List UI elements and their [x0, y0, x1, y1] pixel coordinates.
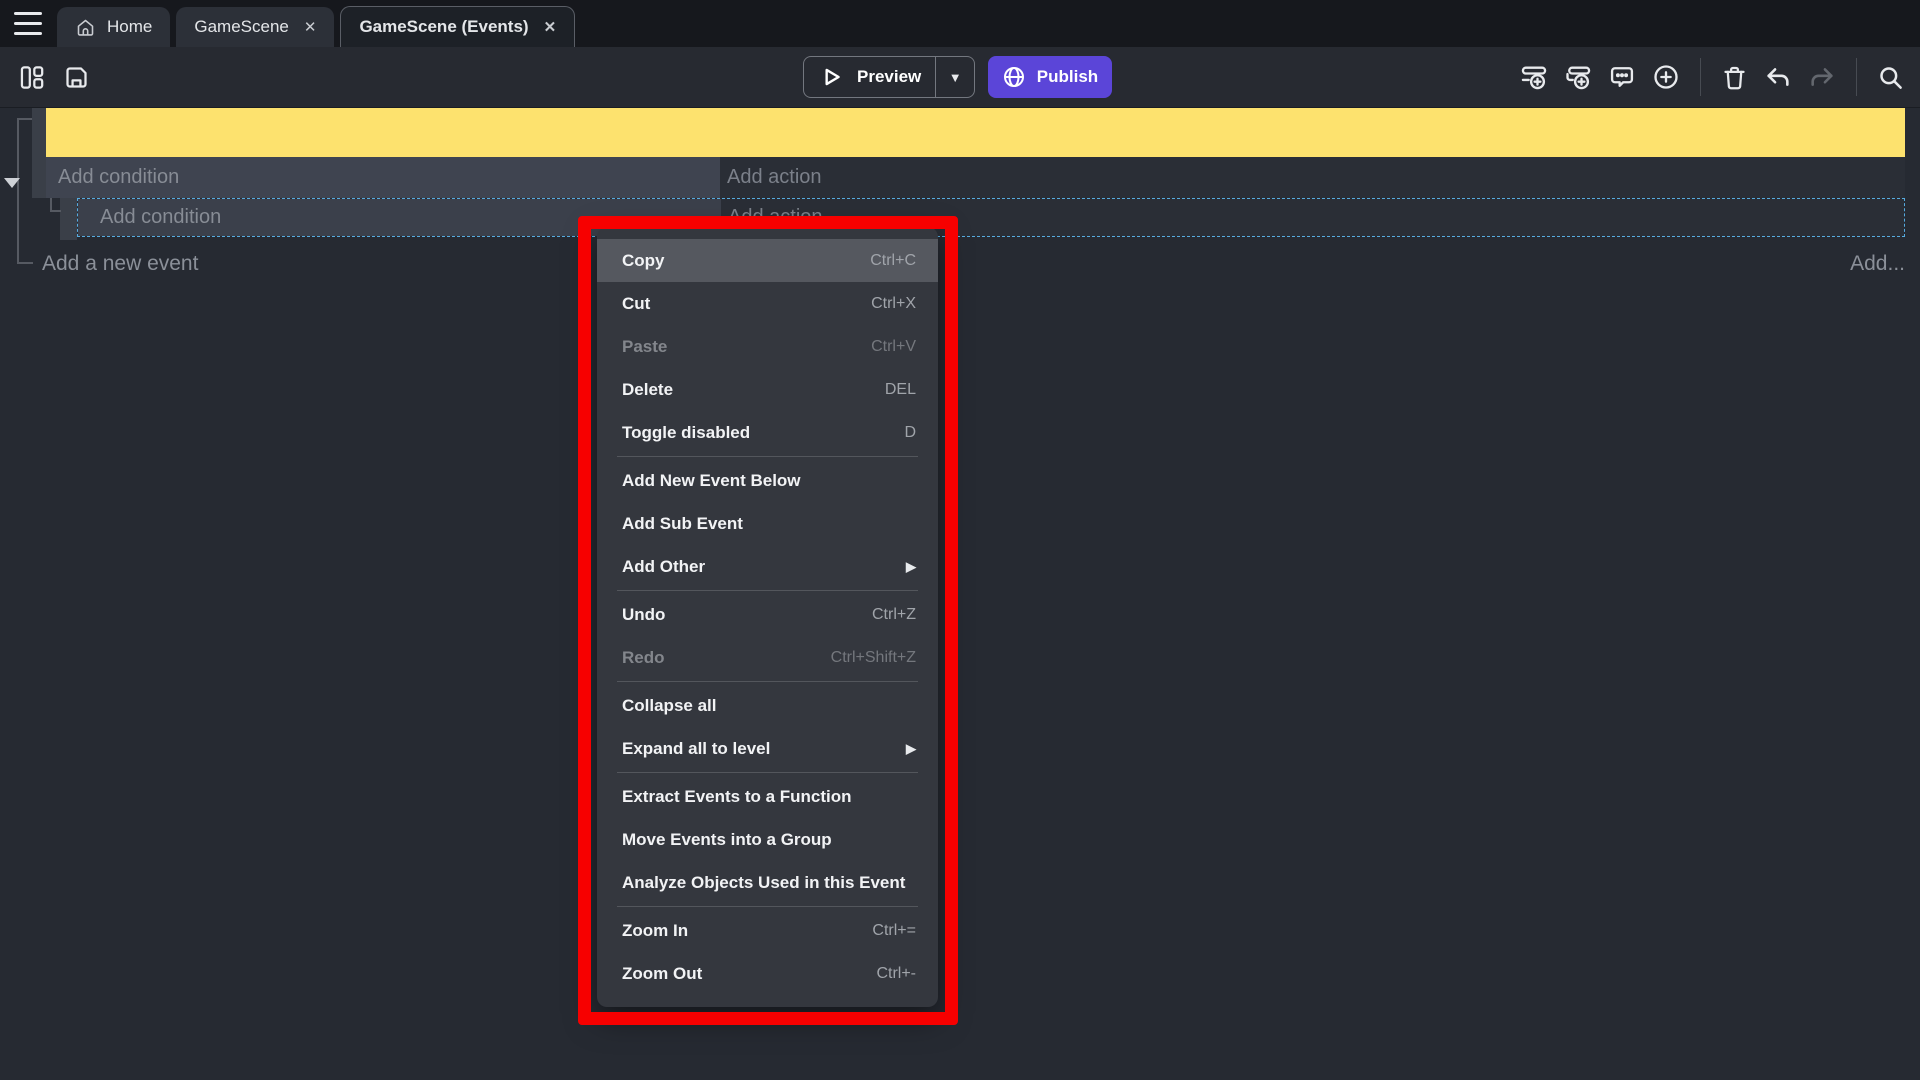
menu-item-label: Zoom In — [622, 921, 688, 941]
menu-divider — [617, 772, 918, 773]
menu-item-shortcut: DEL — [885, 381, 916, 399]
menu-item-shortcut: Ctrl+- — [876, 965, 916, 983]
context-menu-item[interactable]: Toggle disabled D — [597, 411, 938, 454]
add-sub-event-icon[interactable] — [1564, 63, 1592, 91]
menu-item-shortcut: Ctrl+Shift+Z — [831, 649, 916, 667]
play-icon — [818, 64, 844, 90]
comment-event[interactable] — [46, 107, 1905, 157]
collapse-arrow-icon[interactable] — [4, 178, 20, 188]
preview-main[interactable]: Preview — [804, 57, 935, 97]
events-toolbar: Preview ▼ Publish — [0, 47, 1920, 108]
menu-item-label: Toggle disabled — [622, 423, 750, 443]
context-menu-item[interactable]: Zoom Out Ctrl+- — [597, 952, 938, 995]
menu-item-label: Expand all to level — [622, 739, 770, 759]
tab-bar: Home GameScene ✕ GameScene (Events) ✕ — [0, 0, 1920, 47]
menu-item-label: Collapse all — [622, 696, 716, 716]
context-menu: Copy Ctrl+C Cut Ctrl+X Paste Ctrl+V Dele… — [597, 227, 938, 1007]
add-new-event-button[interactable]: Add a new event — [42, 252, 198, 276]
tree-line — [17, 262, 33, 264]
context-menu-item[interactable]: Add New Event Below — [597, 459, 938, 502]
menu-item-label: Add Sub Event — [622, 514, 743, 534]
context-menu-item[interactable]: Add Sub Event — [597, 502, 938, 545]
menu-item-label: Move Events into a Group — [622, 830, 832, 850]
menu-divider — [617, 590, 918, 591]
close-icon[interactable]: ✕ — [544, 18, 557, 36]
divider — [1700, 58, 1701, 96]
tab-strip: Home GameScene ✕ GameScene (Events) ✕ — [57, 6, 575, 47]
menu-item-label: Redo — [622, 648, 665, 668]
context-menu-item[interactable]: Undo Ctrl+Z — [597, 593, 938, 636]
menu-item-label: Cut — [622, 294, 650, 314]
context-menu-item[interactable]: Analyze Objects Used in this Event — [597, 861, 938, 904]
preview-label: Preview — [857, 67, 921, 87]
menu-item-label: Paste — [622, 337, 667, 357]
menu-item-label: Add New Event Below — [622, 471, 801, 491]
context-menu-item[interactable]: Collapse all — [597, 684, 938, 727]
menu-icon[interactable] — [14, 12, 42, 35]
context-menu-item[interactable]: Delete DEL — [597, 368, 938, 411]
submenu-arrow-icon: ▶ — [906, 741, 916, 757]
add-comment-icon[interactable] — [1608, 63, 1636, 91]
add-action-button[interactable]: Add action — [720, 157, 1905, 198]
globe-icon — [1002, 65, 1026, 89]
publish-button[interactable]: Publish — [988, 56, 1112, 98]
toolbar-right-icons — [1520, 47, 1904, 107]
add-circle-icon[interactable] — [1652, 63, 1680, 91]
menu-item-shortcut: Ctrl+V — [871, 338, 916, 356]
chevron-down-icon[interactable]: ▼ — [936, 57, 974, 97]
context-menu-item[interactable]: Copy Ctrl+C — [597, 239, 938, 282]
context-menu-item[interactable]: Add Other ▶ — [597, 545, 938, 588]
context-menu-item[interactable]: Move Events into a Group — [597, 818, 938, 861]
context-menu-item[interactable]: Expand all to level ▶ — [597, 727, 938, 770]
event-gutter[interactable] — [32, 107, 46, 198]
preview-button[interactable]: Preview ▼ — [803, 56, 975, 98]
close-icon[interactable]: ✕ — [304, 18, 317, 36]
menu-item-label: Copy — [622, 251, 665, 271]
menu-divider — [617, 681, 918, 682]
context-menu-item[interactable]: Zoom In Ctrl+= — [597, 909, 938, 952]
context-menu-item: Redo Ctrl+Shift+Z — [597, 636, 938, 679]
tree-line — [17, 118, 32, 120]
selected-sub-event[interactable]: Add condition Add action — [77, 198, 1905, 237]
menu-item-shortcut: D — [904, 424, 916, 442]
menu-item-shortcut: Ctrl+C — [870, 252, 916, 270]
tab-label: GameScene (Events) — [359, 17, 528, 37]
context-menu-item[interactable]: Extract Events to a Function — [597, 775, 938, 818]
tab-home[interactable]: Home — [57, 7, 170, 47]
menu-item-label: Analyze Objects Used in this Event — [622, 873, 905, 893]
tab-gamescene[interactable]: GameScene ✕ — [176, 7, 334, 47]
menu-item-label: Add Other — [622, 557, 705, 577]
sub-event-gutter[interactable] — [60, 198, 77, 240]
project-manager-icon[interactable] — [18, 64, 45, 91]
menu-item-label: Extract Events to a Function — [622, 787, 852, 807]
home-icon — [75, 17, 96, 38]
add-event-icon[interactable] — [1520, 63, 1548, 91]
submenu-arrow-icon: ▶ — [906, 559, 916, 575]
tab-label: Home — [107, 17, 152, 37]
tree-line — [50, 210, 61, 212]
add-condition-button[interactable]: Add condition — [46, 157, 720, 198]
menu-item-label: Delete — [622, 380, 673, 400]
context-menu-item: Paste Ctrl+V — [597, 325, 938, 368]
menu-item-label: Undo — [622, 605, 665, 625]
toolbar-left-icons — [18, 47, 90, 107]
menu-item-shortcut: Ctrl+X — [871, 295, 916, 313]
menu-item-shortcut: Ctrl+Z — [872, 606, 916, 624]
publish-label: Publish — [1037, 67, 1098, 87]
tree-line — [17, 118, 19, 264]
menu-item-shortcut: Ctrl+= — [872, 922, 916, 940]
context-menu-item[interactable]: Cut Ctrl+X — [597, 282, 938, 325]
menu-divider — [617, 906, 918, 907]
undo-icon[interactable] — [1764, 63, 1792, 91]
save-icon[interactable] — [63, 64, 90, 91]
tab-gamescene-events[interactable]: GameScene (Events) ✕ — [340, 6, 575, 47]
tab-label: GameScene — [194, 17, 289, 37]
divider — [1856, 58, 1857, 96]
menu-divider — [617, 456, 918, 457]
menu-item-label: Zoom Out — [622, 964, 702, 984]
redo-icon — [1808, 63, 1836, 91]
trash-icon[interactable] — [1721, 64, 1748, 91]
add-ellipsis-button[interactable]: Add... — [1850, 252, 1905, 276]
search-icon[interactable] — [1877, 64, 1904, 91]
